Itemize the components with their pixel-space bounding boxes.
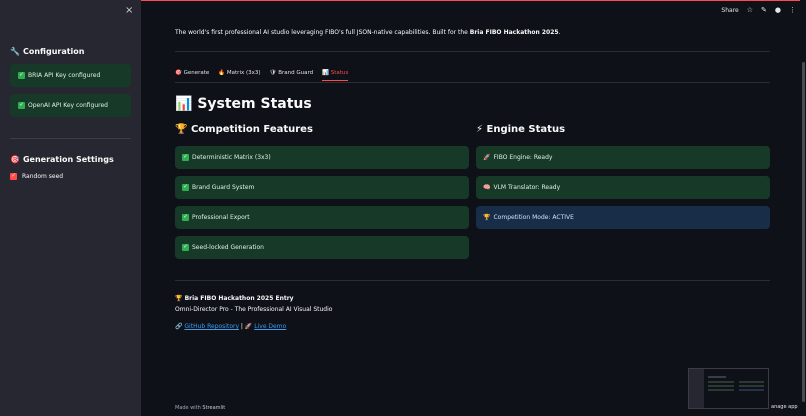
tab-generate-label: Generate: [183, 70, 210, 76]
engine-status-text: FIBO Engine: Ready: [493, 154, 553, 161]
footer-title: 🏆 Bria FIBO Hackathon 2025 Entry: [175, 295, 294, 302]
feature-card: ✓ Deterministic Matrix (3x3): [175, 146, 469, 169]
target-icon: 🎯: [175, 70, 182, 76]
footer-title-text: Bria FIBO Hackathon 2025 Entry: [184, 295, 294, 302]
thumbnail-line: [739, 389, 764, 391]
feature-card: ✓ Brand Guard System: [175, 176, 469, 199]
tab-brand-guard[interactable]: 🛡 Brand Guard: [270, 70, 314, 81]
tab-status[interactable]: 📊 Status: [322, 70, 349, 81]
page-title: 📊 System Status: [175, 96, 312, 112]
live-demo-link[interactable]: Live Demo: [254, 323, 286, 330]
engine-status-heading: ⚡ Engine Status: [476, 124, 565, 135]
tab-matrix[interactable]: 🔥 Matrix (3x3): [218, 70, 260, 81]
engine-status-card: 🧠 VLM Translator: Ready: [476, 176, 770, 199]
feature-card-text: Seed-locked Generation: [192, 244, 264, 251]
generation-settings-title: Generation Settings: [22, 155, 114, 164]
intro-text: The world's first professional AI studio…: [175, 29, 561, 36]
main-content: The world's first professional AI studio…: [175, 0, 770, 416]
tab-matrix-label: Matrix (3x3): [226, 70, 261, 76]
engine-status-title: Engine Status: [486, 124, 566, 135]
engine-status-text: Competition Mode: ACTIVE: [493, 214, 574, 221]
divider: [175, 51, 770, 52]
tabs-underline: [175, 82, 770, 83]
link-icon: 🔗: [175, 323, 183, 330]
main-menu-icon[interactable]: ⋮: [789, 6, 796, 14]
feature-card-text: Professional Export: [192, 214, 250, 221]
footer-subtitle: Omni-Director Pro - The Professional AI …: [175, 306, 333, 313]
bar-chart-icon: 📊: [322, 70, 330, 76]
lightning-icon: ⚡: [476, 124, 484, 135]
thumbnail-line: [708, 376, 726, 378]
tab-bar: 🎯 Generate 🔥 Matrix (3x3) 🛡 Brand Guard …: [175, 70, 349, 81]
hackathon-name: Bria FIBO Hackathon 2025: [469, 29, 559, 36]
fire-icon: 🔥: [218, 70, 226, 76]
engine-status-text: VLM Translator: Ready: [493, 184, 561, 191]
feature-card-text: Brand Guard System: [192, 184, 255, 191]
tab-brand-guard-label: Brand Guard: [278, 70, 314, 76]
thumbnail-line: [708, 389, 734, 391]
rocket-icon: 🚀: [483, 154, 491, 161]
made-with-streamlit[interactable]: Made with Streamlit: [175, 405, 225, 411]
random-seed-label: Random seed: [22, 173, 64, 180]
rocket-icon: 🚀: [244, 323, 253, 330]
competition-features-title: Competition Features: [190, 124, 313, 135]
streamlit-brand: Streamlit: [202, 405, 226, 411]
tab-status-label: Status: [330, 70, 349, 76]
manage-app-button[interactable]: anage app: [771, 404, 798, 410]
trophy-icon: 🏆: [483, 214, 491, 221]
app-preview-thumbnail[interactable]: [688, 368, 769, 409]
check-icon: ✓: [182, 244, 189, 251]
github-repository-link[interactable]: GitHub Repository: [184, 323, 239, 330]
thumbnail-sidebar: [689, 369, 704, 408]
close-sidebar-icon[interactable]: ×: [125, 5, 133, 16]
configuration-title: Configuration: [22, 47, 85, 56]
thumbnail-line: [708, 385, 734, 387]
feature-card: ✓ Professional Export: [175, 206, 469, 229]
openai-key-alert-text: OpenAI API Key configured: [28, 102, 108, 109]
trophy-icon: 🏆: [175, 295, 183, 302]
bar-chart-icon: 📊: [175, 96, 193, 112]
competition-features-heading: 🏆 Competition Features: [175, 124, 313, 135]
checkbox-checked-icon[interactable]: ✓: [10, 173, 17, 180]
openai-key-alert: ✓ OpenAI API Key configured: [10, 94, 131, 117]
feature-card: ✓ Seed-locked Generation: [175, 236, 469, 259]
divider: [175, 280, 770, 281]
check-icon: ✓: [182, 184, 189, 191]
github-icon[interactable]: ●: [775, 6, 781, 14]
check-icon: ✓: [18, 102, 25, 109]
thumbnail-line: [708, 381, 734, 383]
tab-generate[interactable]: 🎯 Generate: [175, 70, 209, 81]
thumbnail-line: [739, 381, 764, 383]
scrollbar-thumb[interactable]: [802, 62, 805, 402]
brain-icon: 🧠: [483, 184, 491, 191]
generation-settings-heading: 🎯 Generation Settings: [10, 155, 114, 164]
check-icon: ✓: [18, 72, 25, 79]
feature-card-text: Deterministic Matrix (3x3): [192, 154, 271, 161]
check-icon: ✓: [182, 214, 189, 221]
bria-key-alert: ✓ BRIA API Key configured: [10, 64, 131, 87]
sidebar: × 🔧 Configuration ✓ BRIA API Key configur…: [0, 0, 141, 416]
wrench-icon: 🔧: [10, 47, 20, 56]
random-seed-checkbox[interactable]: ✓ Random seed: [10, 173, 63, 180]
shield-icon: 🛡: [269, 70, 277, 76]
engine-status-card: 🏆 Competition Mode: ACTIVE: [476, 206, 770, 229]
footer-links: 🔗 GitHub Repository | 🚀 Live Demo: [175, 323, 286, 330]
check-icon: ✓: [182, 154, 189, 161]
configuration-heading: 🔧 Configuration: [10, 47, 84, 56]
target-icon: 🎯: [10, 155, 20, 164]
engine-status-card: 🚀 FIBO Engine: Ready: [476, 146, 770, 169]
page-title-text: System Status: [197, 96, 312, 112]
bria-key-alert-text: BRIA API Key configured: [28, 72, 101, 79]
trophy-icon: 🏆: [175, 124, 188, 135]
thumbnail-line: [739, 385, 764, 387]
sidebar-divider: [10, 138, 131, 139]
